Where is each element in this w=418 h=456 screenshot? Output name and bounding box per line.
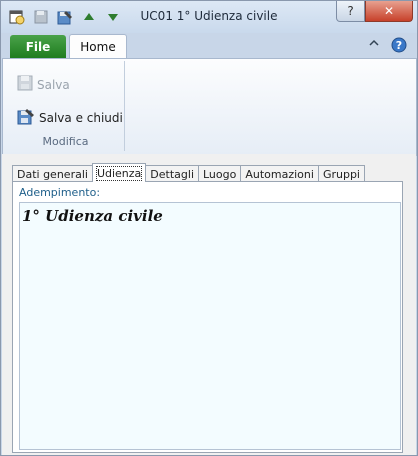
window: UC01 1° Udienza civile ? ✕ File Home ? S… <box>0 0 418 456</box>
save-and-close-button[interactable]: Salva e chiudi <box>17 107 123 128</box>
adempimento-field[interactable]: 1° Udienza civile <box>19 202 401 450</box>
tab-file[interactable]: File <box>10 35 66 58</box>
adempimento-value: 1° Udienza civile <box>22 207 163 225</box>
tab-udienza[interactable]: Udienza <box>91 163 147 182</box>
save-close-icon <box>17 107 35 128</box>
save-icon <box>17 75 33 94</box>
window-controls: ? ✕ <box>336 1 413 22</box>
modifica-group: Salva Salva e chiudi Modifica <box>7 61 125 151</box>
form-content: Dati generali Udienza Dettagli Luogo Aut… <box>2 154 416 455</box>
save-close-label: Salva e chiudi <box>39 110 123 125</box>
collapse-ribbon-icon[interactable] <box>369 37 379 51</box>
tab-dati-generali[interactable]: Dati generali <box>12 165 93 182</box>
title-bar: UC01 1° Udienza civile ? ✕ <box>1 1 417 33</box>
save-label: Salva <box>37 77 70 92</box>
tab-gruppi[interactable]: Gruppi <box>317 165 365 182</box>
group-label: Modifica <box>42 135 89 148</box>
tab-home[interactable]: Home <box>69 34 127 59</box>
tab-automazioni[interactable]: Automazioni <box>240 165 319 182</box>
udienza-panel: Adempimento: 1° Udienza civile <box>12 181 403 453</box>
help-icon[interactable]: ? <box>391 37 407 56</box>
close-button[interactable]: ✕ <box>365 1 413 22</box>
tab-luogo[interactable]: Luogo <box>198 165 242 182</box>
form-tabs: Dati generali Udienza Dettagli Luogo Aut… <box>12 163 365 182</box>
save-button[interactable]: Salva <box>17 75 70 94</box>
adempimento-label: Adempimento: <box>19 186 101 199</box>
svg-text:?: ? <box>396 39 402 52</box>
tab-dettagli[interactable]: Dettagli <box>145 165 199 182</box>
help-button[interactable]: ? <box>336 1 365 22</box>
ribbon-tabs: File Home ? <box>1 33 417 59</box>
ribbon: Salva Salva e chiudi Modifica <box>2 58 417 156</box>
